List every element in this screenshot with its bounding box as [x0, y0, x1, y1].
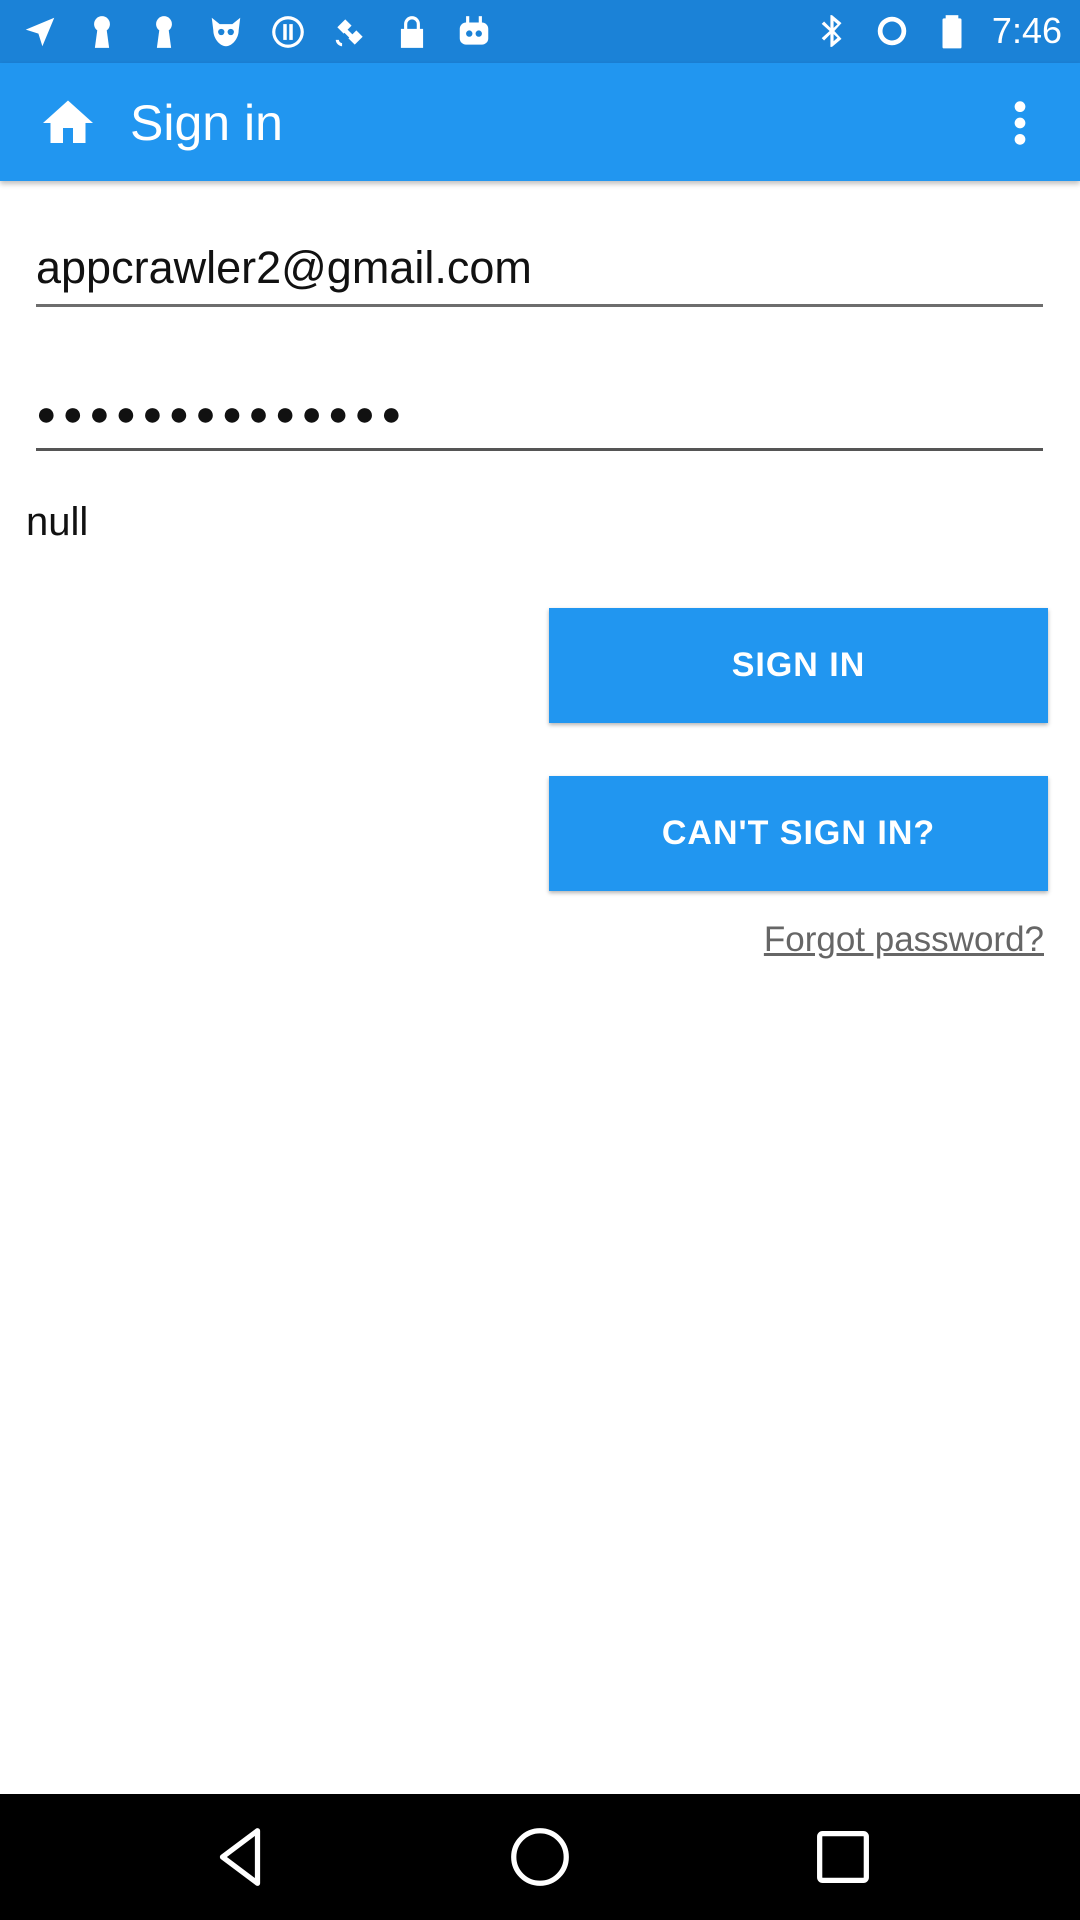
email-field[interactable]: [36, 232, 1043, 307]
back-icon: [219, 1828, 261, 1886]
home-circle-icon: [511, 1828, 569, 1886]
cat-face-icon: [206, 12, 246, 52]
circle-info-icon: [268, 12, 308, 52]
home-icon: [43, 100, 93, 143]
back-button[interactable]: [200, 1817, 280, 1897]
cant-sign-in-button[interactable]: CAN'T SIGN IN?: [549, 776, 1048, 891]
overflow-menu-icon: [1014, 101, 1026, 145]
navigation-icon: [20, 12, 60, 52]
clock: 7:46: [991, 10, 1062, 51]
forgot-password-link[interactable]: Forgot password?: [764, 920, 1044, 960]
ring-icon: [872, 11, 912, 51]
home-button[interactable]: [36, 91, 100, 155]
bluetooth-icon: [812, 11, 852, 51]
recent-apps-button[interactable]: [803, 1817, 883, 1897]
battery-icon: [932, 11, 972, 51]
password-field[interactable]: [36, 380, 1043, 451]
page-title: Sign in: [130, 95, 283, 151]
lock-icon: [392, 12, 432, 52]
navigation-bar: [0, 1794, 1080, 1920]
robot-icon: [454, 12, 494, 52]
keyhole-icon: [82, 12, 122, 52]
satellite-icon: [330, 12, 370, 52]
overflow-menu-button[interactable]: [990, 93, 1050, 153]
system-icons: 7:46: [812, 6, 1062, 56]
keyhole-icon: [144, 12, 184, 52]
home-nav-button[interactable]: [500, 1817, 580, 1897]
status-text: null: [26, 500, 89, 544]
status-bar: 7:46: [0, 0, 1080, 63]
recent-apps-icon: [817, 1831, 869, 1883]
sign-in-button[interactable]: SIGN IN: [549, 608, 1048, 723]
notification-icons: [20, 8, 494, 56]
app-bar: Sign in: [0, 63, 1080, 181]
